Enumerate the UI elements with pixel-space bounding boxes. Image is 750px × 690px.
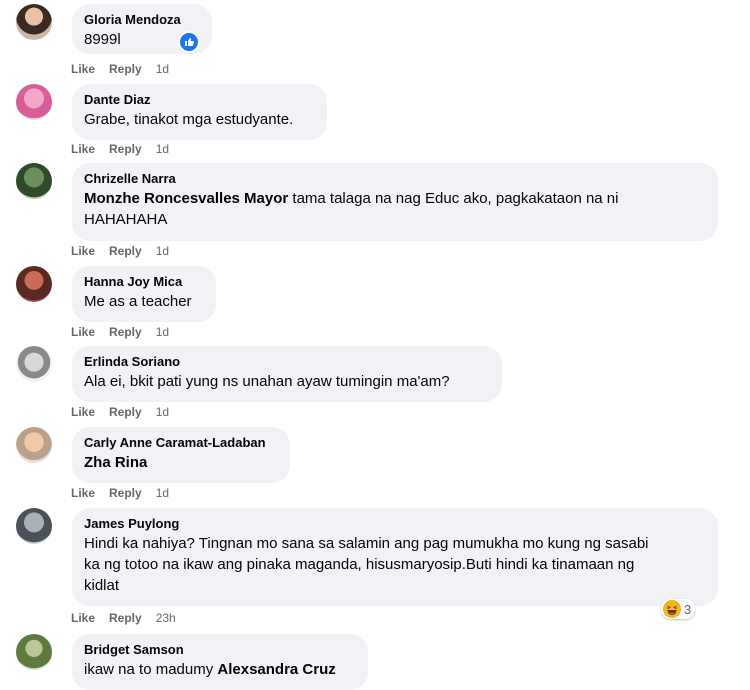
avatar[interactable]: [16, 266, 52, 302]
reply-button[interactable]: Reply: [109, 244, 142, 258]
comment-actions: Like Reply 23h: [71, 611, 176, 625]
comment-bubble: Dante Diaz Grabe, tinakot mga estudyante…: [72, 84, 327, 140]
avatar[interactable]: [16, 163, 52, 199]
mention-link[interactable]: Zha Rina: [84, 452, 278, 473]
reply-button[interactable]: Reply: [109, 611, 142, 625]
comment-time[interactable]: 1d: [156, 62, 169, 76]
comment-text: Me as a teacher: [84, 293, 192, 310]
like-button[interactable]: Like: [71, 244, 95, 258]
like-button[interactable]: Like: [71, 405, 95, 419]
comment-bubble: Chrizelle Narra Monzhe Roncesvalles Mayo…: [72, 163, 718, 241]
comment-text-line2: ka ng totoo na ikaw ang pinaka maganda, …: [84, 556, 635, 573]
comment-author[interactable]: Dante Diaz: [84, 91, 315, 108]
comment-text-line2: HAHAHAHA: [84, 211, 168, 228]
reply-button[interactable]: Reply: [109, 325, 142, 339]
comment-text: Ala ei, bkit pati yung ns unahan ayaw tu…: [84, 373, 450, 390]
comment-text: ikaw na to madumy Alexsandra Cruz: [84, 659, 356, 680]
comment-text: Grabe, tinakot mga estudyante.: [84, 111, 294, 128]
comment-time[interactable]: 1d: [156, 486, 169, 500]
like-button[interactable]: Like: [71, 62, 95, 76]
reply-button[interactable]: Reply: [109, 62, 142, 76]
comment-author[interactable]: Carly Anne Caramat-Ladaban: [84, 434, 278, 451]
comment-text-part: ikaw na to madumy: [84, 661, 218, 678]
like-button[interactable]: Like: [71, 142, 95, 156]
avatar[interactable]: [16, 427, 52, 463]
comment-bubble: Hanna Joy Mica Me as a teacher: [72, 266, 216, 322]
comment-actions: Like Reply 1d: [71, 486, 169, 500]
comment-actions: Like Reply 1d: [71, 244, 169, 258]
comment-author[interactable]: James Puylong: [84, 515, 706, 532]
comment-actions: Like Reply 1d: [71, 405, 169, 419]
reply-button[interactable]: Reply: [109, 486, 142, 500]
comment-author[interactable]: Gloria Mendoza: [84, 11, 200, 28]
avatar[interactable]: [16, 508, 52, 544]
comment-time[interactable]: 23h: [156, 611, 176, 625]
reply-button[interactable]: Reply: [109, 405, 142, 419]
comment-bubble: Carly Anne Caramat-Ladaban Zha Rina: [72, 427, 290, 483]
comment-actions: Like Reply 1d: [71, 62, 169, 76]
comment-actions: Like Reply 1d: [71, 142, 169, 156]
laughing-face-icon: [663, 600, 681, 618]
comment-time[interactable]: 1d: [156, 244, 169, 258]
reply-button[interactable]: Reply: [109, 142, 142, 156]
comment-bubble: James Puylong Hindi ka nahiya? Tingnan m…: [72, 508, 718, 606]
comment-text: Monzhe Roncesvalles Mayor tama talaga na…: [84, 188, 706, 209]
comment-text-line3: kidlat: [84, 577, 120, 594]
comment-text-part: tama talaga na nag Educ ako, pagkakataon…: [288, 190, 619, 207]
avatar[interactable]: [16, 346, 52, 382]
comment-actions: Like Reply 1d: [71, 325, 169, 339]
comment-bubble: Erlinda Soriano Ala ei, bkit pati yung n…: [72, 346, 502, 402]
reaction-badge[interactable]: 3: [661, 599, 696, 619]
comment-time[interactable]: 1d: [156, 325, 169, 339]
like-button[interactable]: Like: [71, 486, 95, 500]
comment-time[interactable]: 1d: [156, 142, 169, 156]
like-button[interactable]: Like: [71, 325, 95, 339]
comment-bubble: Bridget Samson ikaw na to madumy Alexsan…: [72, 634, 368, 690]
avatar[interactable]: [16, 4, 52, 40]
avatar[interactable]: [16, 84, 52, 120]
thumbs-up-icon: [178, 31, 200, 53]
like-button[interactable]: Like: [71, 611, 95, 625]
reaction-badge[interactable]: [178, 31, 200, 53]
comment-author[interactable]: Erlinda Soriano: [84, 353, 490, 370]
comment-author[interactable]: Chrizelle Narra: [84, 170, 706, 187]
comment-author[interactable]: Bridget Samson: [84, 641, 356, 658]
avatar[interactable]: [16, 634, 52, 670]
reaction-count: 3: [684, 601, 692, 617]
comment-time[interactable]: 1d: [156, 405, 169, 419]
mention-link[interactable]: Alexsandra Cruz: [217, 661, 335, 678]
mention-link[interactable]: Monzhe Roncesvalles Mayor: [84, 190, 288, 207]
comment-text-line1: Hindi ka nahiya? Tingnan mo sana sa sala…: [84, 535, 649, 552]
comment-author[interactable]: Hanna Joy Mica: [84, 273, 204, 290]
